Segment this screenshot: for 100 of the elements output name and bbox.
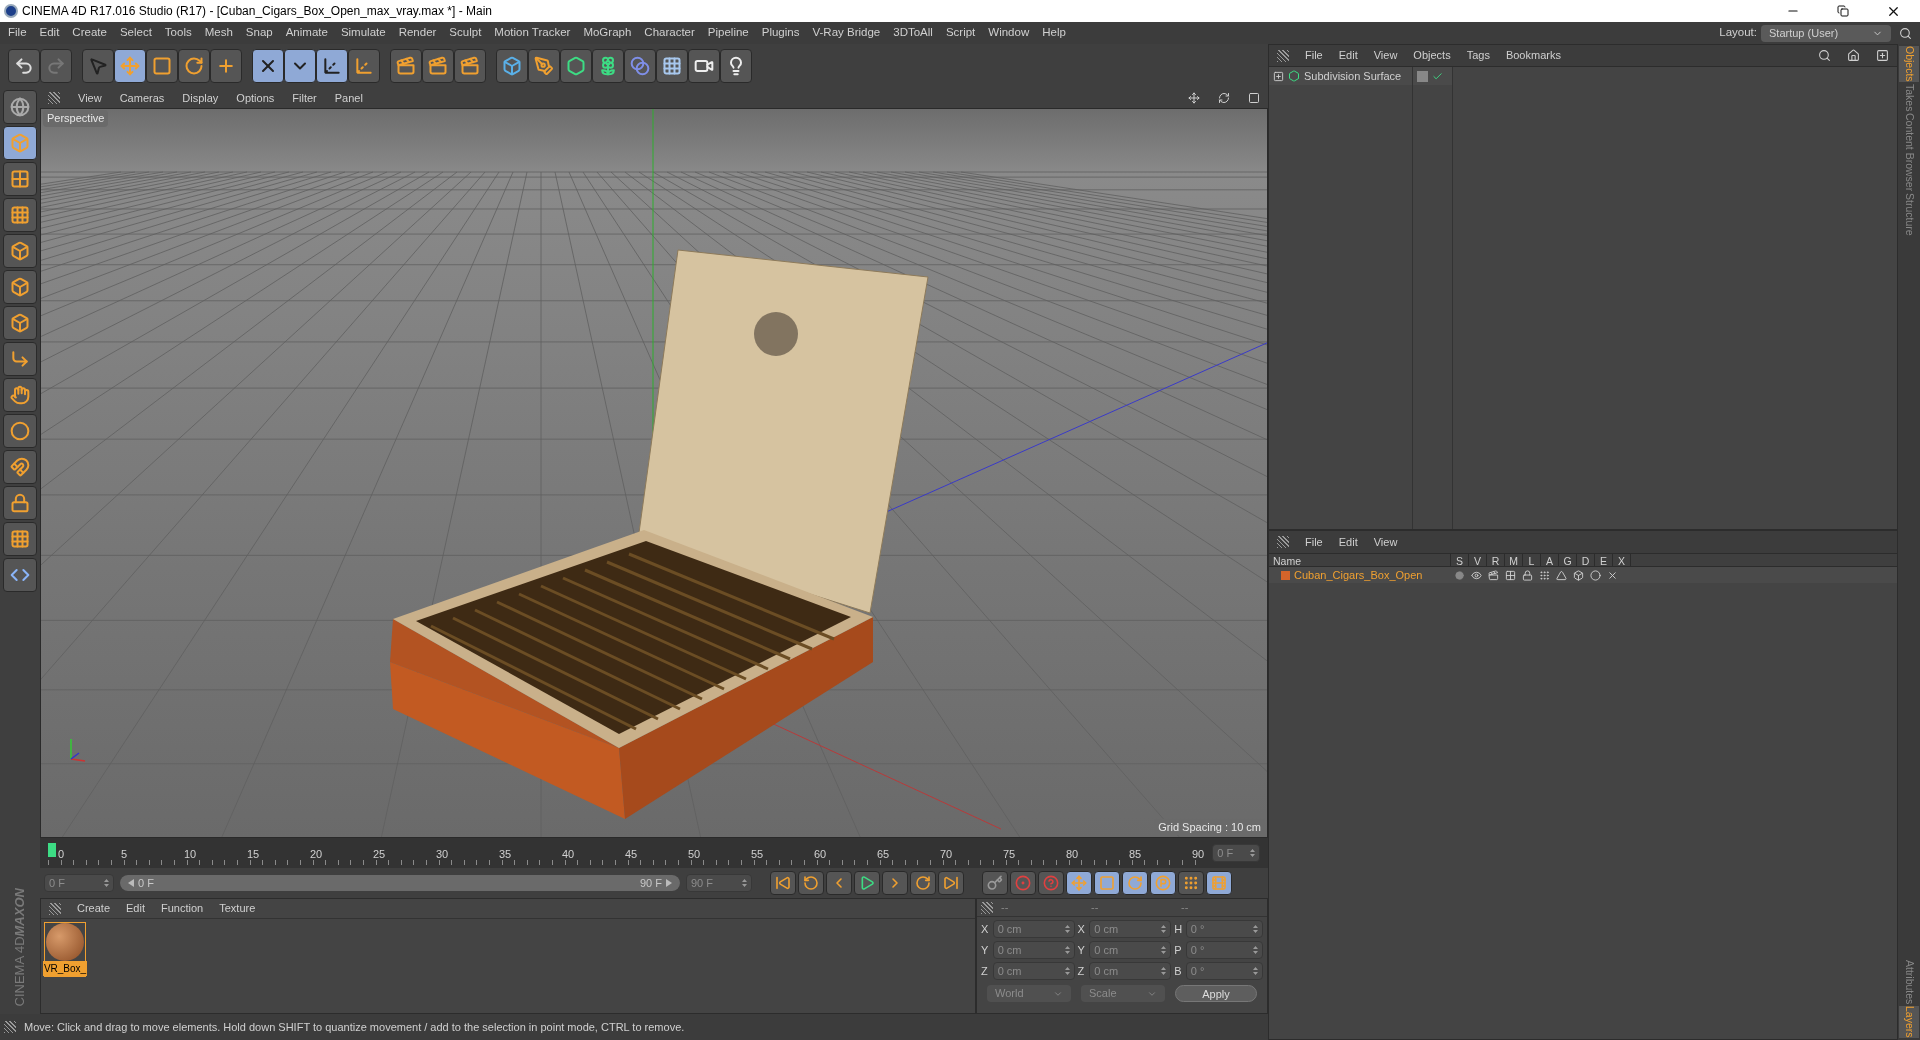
menu-item[interactable]: MoGraph	[583, 24, 632, 42]
layout-dropdown[interactable]: Startup (User)	[1761, 24, 1891, 42]
menu-item[interactable]: File	[8, 24, 27, 42]
side-tab[interactable]: Objects	[1899, 46, 1919, 82]
mode-button[interactable]	[3, 234, 37, 268]
transport-button[interactable]	[798, 871, 824, 895]
menu-item[interactable]: Panel	[334, 89, 363, 107]
mode-button[interactable]	[3, 414, 37, 448]
mode-button[interactable]	[3, 342, 37, 376]
transport-button[interactable]	[938, 871, 964, 895]
menu-item[interactable]: Objects	[1413, 47, 1451, 64]
render-icon[interactable]	[1488, 569, 1499, 581]
visible-icon[interactable]	[1471, 569, 1482, 581]
menu-item[interactable]: Sculpt	[449, 24, 482, 42]
transport-button[interactable]	[770, 871, 796, 895]
keyframe-button[interactable]	[1010, 871, 1036, 895]
toolbar-button[interactable]	[656, 49, 688, 83]
toolbar-button[interactable]	[348, 49, 380, 83]
menu-item[interactable]: Create	[72, 24, 107, 42]
lock-icon[interactable]	[1522, 569, 1533, 581]
toolbar-button[interactable]	[284, 49, 316, 83]
menu-item[interactable]: View	[1373, 47, 1398, 64]
transport-button[interactable]	[854, 871, 880, 895]
transport-button[interactable]	[910, 871, 936, 895]
transport-button[interactable]	[882, 871, 908, 895]
menu-item[interactable]: Simulate	[340, 24, 386, 42]
keyframe-button[interactable]	[1038, 871, 1064, 895]
layer-row[interactable]: Cuban_Cigars_Box_Open	[1269, 567, 1897, 583]
toolbar-button[interactable]	[560, 49, 592, 83]
orbit-icon[interactable]	[1218, 92, 1230, 104]
menu-item[interactable]: Tags	[1466, 47, 1490, 64]
menu-item[interactable]: Motion Tracker	[494, 24, 571, 42]
toolbar-button[interactable]	[390, 49, 422, 83]
keyframe-button[interactable]	[1150, 871, 1176, 895]
menu-item[interactable]: Create	[77, 900, 111, 917]
menu-item[interactable]: V-Ray Bridge	[812, 24, 881, 42]
mode-button[interactable]	[3, 378, 37, 412]
material-swatch[interactable]: VR_Box_	[44, 922, 86, 977]
menu-item[interactable]: Filter	[292, 89, 317, 107]
toolbar-button[interactable]	[592, 49, 624, 83]
mode-button[interactable]	[3, 270, 37, 304]
object-row[interactable]: Subdivision Surface	[1269, 67, 1412, 85]
menu-item[interactable]: Edit	[39, 24, 60, 42]
mode-button[interactable]	[3, 486, 37, 520]
toolbar-button[interactable]	[8, 49, 40, 83]
menu-item[interactable]: Animate	[285, 24, 328, 42]
menu-item[interactable]: Edit	[126, 900, 145, 917]
mode-button[interactable]	[3, 126, 37, 160]
toolbar-button[interactable]	[146, 49, 178, 83]
menu-item[interactable]: Character	[644, 24, 695, 42]
toolbar-button[interactable]	[454, 49, 486, 83]
mode-button[interactable]	[3, 450, 37, 484]
toolbar-button[interactable]	[178, 49, 210, 83]
menu-item[interactable]: Help	[1042, 24, 1066, 42]
menu-item[interactable]: File	[1305, 533, 1323, 551]
menu-item[interactable]: Snap	[245, 24, 273, 42]
toolbar-button[interactable]	[316, 49, 348, 83]
transport-button[interactable]	[826, 871, 852, 895]
toolbar-button[interactable]	[422, 49, 454, 83]
toolbar-button[interactable]	[114, 49, 146, 83]
home-icon[interactable]	[1847, 49, 1860, 62]
menu-item[interactable]: Select	[119, 24, 152, 42]
keyframe-button[interactable]	[1122, 871, 1148, 895]
solo-icon[interactable]	[1455, 570, 1464, 580]
mode-button[interactable]	[3, 558, 37, 592]
menu-item[interactable]: Cameras	[119, 89, 165, 107]
enabled-check-icon[interactable]	[1432, 70, 1443, 82]
mode-button[interactable]	[3, 198, 37, 232]
search-icon[interactable]	[1818, 49, 1831, 62]
menu-item[interactable]: Function	[161, 900, 204, 917]
menu-item[interactable]: Window	[988, 24, 1030, 42]
apply-button[interactable]: Apply	[1175, 985, 1257, 1002]
toolbar-button[interactable]	[528, 49, 560, 83]
mode-button[interactable]	[3, 90, 37, 124]
keyframe-button[interactable]	[1178, 871, 1204, 895]
menu-item[interactable]: Edit	[1338, 533, 1358, 551]
mode-button[interactable]	[3, 162, 37, 196]
toolbar-button[interactable]	[720, 49, 752, 83]
menu-item[interactable]: View	[1373, 533, 1398, 551]
keyframe-button[interactable]	[1206, 871, 1232, 895]
menu-item[interactable]: Tools	[164, 24, 192, 42]
menu-item[interactable]: Display	[182, 89, 219, 107]
keyframe-button[interactable]	[1094, 871, 1120, 895]
toolbar-button[interactable]	[210, 49, 242, 83]
menu-item[interactable]: Script	[945, 24, 976, 42]
menu-item[interactable]: Render	[398, 24, 437, 42]
new-window-icon[interactable]	[1876, 49, 1889, 62]
toolbar-button[interactable]	[688, 49, 720, 83]
side-tab[interactable]: Layers	[1899, 1006, 1919, 1038]
menu-item[interactable]: 3DToAll	[893, 24, 933, 42]
expand-icon[interactable]	[1273, 70, 1284, 82]
toolbar-button[interactable]	[252, 49, 284, 83]
menu-item[interactable]: Options	[236, 89, 275, 107]
menu-item[interactable]: View	[78, 89, 102, 107]
keyframe-button[interactable]	[1066, 871, 1092, 895]
toolbar-button[interactable]	[496, 49, 528, 83]
menu-item[interactable]: Texture	[219, 900, 256, 917]
mode-button[interactable]	[3, 306, 37, 340]
menu-item[interactable]: Plugins	[761, 24, 800, 42]
search-icon[interactable]	[1899, 26, 1912, 40]
